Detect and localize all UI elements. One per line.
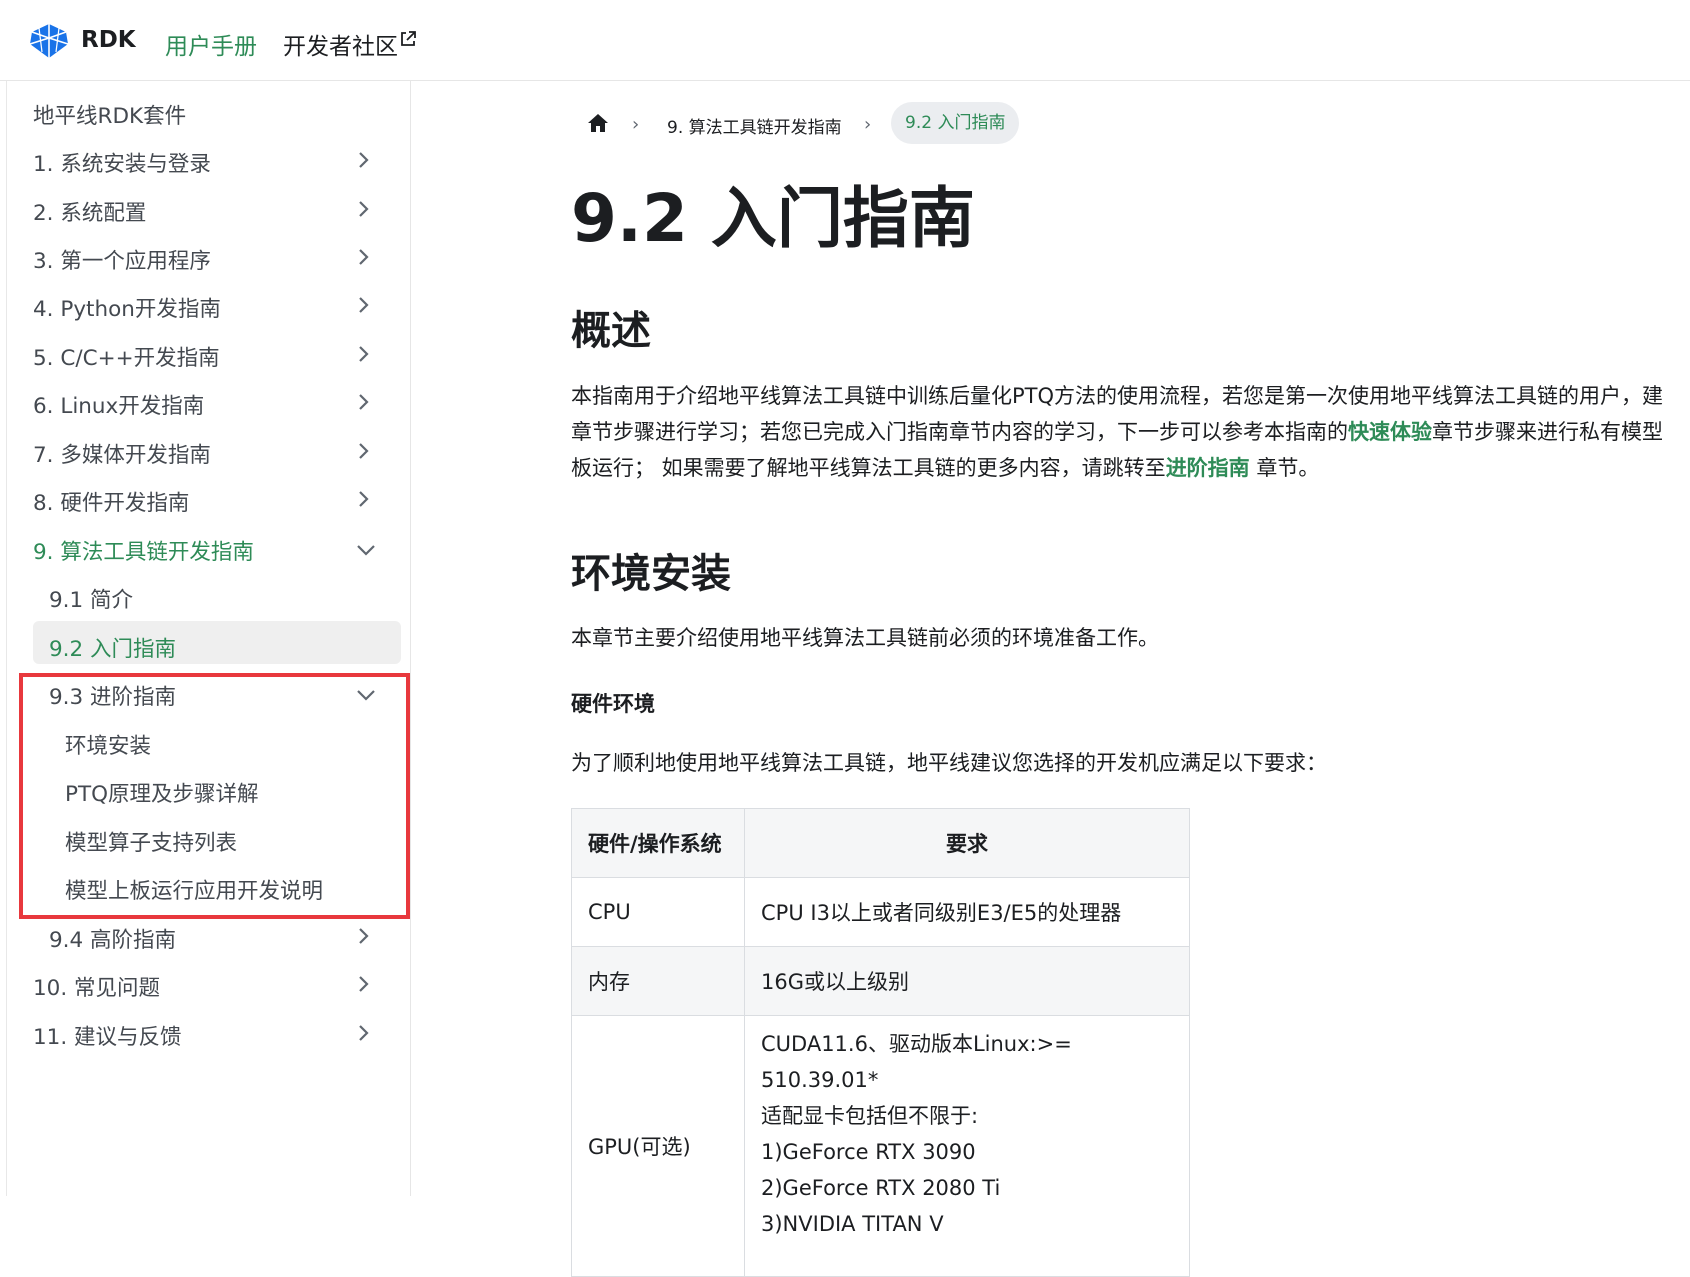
page-title: 9.2 入门指南 bbox=[571, 180, 975, 257]
gpu-requirement-line: 3)NVIDIA TITAN V bbox=[761, 1212, 944, 1236]
gpu-requirement-line: 适配显卡包括但不限于: bbox=[761, 1104, 979, 1128]
sidebar-item-rdk-kit[interactable]: 地平线RDK套件 bbox=[33, 99, 186, 130]
table-header-row: 硬件/操作系统 要求 bbox=[571, 808, 1190, 878]
gpu-requirement-line: 1)GeForce RTX 3090 bbox=[761, 1140, 976, 1164]
nav-link-user-manual[interactable]: 用户手册 bbox=[165, 27, 257, 61]
breadcrumb-item-current: 9.2 入门指南 bbox=[891, 102, 1020, 144]
sidebar-item-python[interactable]: 4. Python开发指南 bbox=[33, 292, 221, 323]
home-icon[interactable] bbox=[587, 113, 609, 133]
external-link-icon bbox=[401, 31, 416, 46]
overview-line-1: 本指南用于介绍地平线算法工具链中训练后量化PTQ方法的使用流程，若您是第一次使用… bbox=[571, 378, 1663, 414]
overview-text: 章节步骤来进行私有模型 bbox=[1432, 420, 1663, 444]
chevron-right-icon[interactable] bbox=[354, 151, 372, 169]
table-cell: CUDA11.6、驱动版本Linux:>= 510.39.01* 适配显卡包括但… bbox=[744, 1015, 1190, 1277]
sidebar-item-system-install[interactable]: 1. 系统安装与登录 bbox=[33, 147, 211, 178]
sidebar-item-algorithm-toolchain[interactable]: 9. 算法工具链开发指南 bbox=[33, 535, 254, 566]
overview-heading: 概述 bbox=[571, 308, 651, 354]
sidebar-item-getting-started[interactable]: 9.2 入门指南 bbox=[49, 632, 176, 663]
table-row: GPU(可选) CUDA11.6、驱动版本Linux:>= 510.39.01*… bbox=[571, 1015, 1190, 1277]
table-row: 内存 16G或以上级别 bbox=[571, 946, 1190, 1016]
table-cell: CPU I3以上或者同级别E3/E5的处理器 bbox=[744, 877, 1190, 947]
sidebar-item-faq[interactable]: 10. 常见问题 bbox=[33, 971, 160, 1002]
hardware-intro: 为了顺利地使用地平线算法工具链，地平线建议您选择的开发机应满足以下要求： bbox=[571, 751, 1327, 775]
table-row: CPU CPU I3以上或者同级别E3/E5的处理器 bbox=[571, 877, 1190, 947]
chevron-right-icon[interactable] bbox=[354, 345, 372, 363]
overview-text: 板运行； 如果需要了解地平线算法工具链的更多内容，请跳转至 bbox=[571, 456, 1166, 480]
chevron-right-icon[interactable] bbox=[354, 248, 372, 266]
quick-start-link[interactable]: 快速体验 bbox=[1348, 420, 1432, 444]
overview-text: 本指南用于介绍地平线算法工具链中训练后量化PTQ方法的使用流程，若您是第一次使用… bbox=[571, 384, 1664, 408]
sidebar-item-system-config[interactable]: 2. 系统配置 bbox=[33, 196, 146, 227]
chevron-right-icon[interactable] bbox=[354, 1024, 372, 1042]
sidebar-item-linux[interactable]: 6. Linux开发指南 bbox=[33, 389, 204, 420]
nav-link-dev-community[interactable]: 开发者社区 bbox=[283, 27, 398, 61]
table-cell: GPU(可选) bbox=[571, 1015, 745, 1277]
chevron-right-icon[interactable] bbox=[354, 490, 372, 508]
chevron-right-icon[interactable] bbox=[354, 927, 372, 945]
top-navbar: RDK 用户手册 开发者社区 bbox=[0, 0, 1690, 81]
overview-text: 章节步骤进行学习；若您已完成入门指南章节内容的学习，下一步可以参考本指南的 bbox=[571, 420, 1348, 444]
env-heading: 环境安装 bbox=[571, 551, 731, 597]
chevron-right-icon[interactable] bbox=[354, 975, 372, 993]
sidebar-item-hardware[interactable]: 8. 硬件开发指南 bbox=[33, 486, 189, 517]
rdk-logo-icon[interactable] bbox=[28, 22, 70, 60]
sidebar-item-feedback[interactable]: 11. 建议与反馈 bbox=[33, 1020, 182, 1051]
env-intro: 本章节主要介绍使用地平线算法工具链前必须的环境准备工作。 bbox=[571, 626, 1159, 650]
sidebar-item-cpp[interactable]: 5. C/C++开发指南 bbox=[33, 341, 220, 372]
logo-text[interactable]: RDK bbox=[81, 27, 136, 53]
chevron-right-icon[interactable] bbox=[354, 200, 372, 218]
gpu-requirement-line: 2)GeForce RTX 2080 Ti bbox=[761, 1176, 1001, 1200]
chevron-right-icon[interactable] bbox=[354, 393, 372, 411]
chevron-down-icon[interactable] bbox=[357, 541, 375, 559]
sidebar-item-intro[interactable]: 9.1 简介 bbox=[49, 583, 133, 614]
breadcrumb-separator-icon: › bbox=[864, 114, 872, 135]
sidebar-item-expert-guide[interactable]: 9.4 高阶指南 bbox=[49, 923, 176, 954]
overview-line-3: 板运行； 如果需要了解地平线算法工具链的更多内容，请跳转至进阶指南 章节。 bbox=[571, 450, 1319, 486]
gpu-requirement-line: CUDA11.6、驱动版本Linux:>= 510.39.01* bbox=[761, 1032, 1072, 1092]
table-cell: 16G或以上级别 bbox=[744, 946, 1190, 1016]
table-cell: CPU bbox=[571, 877, 745, 947]
advanced-guide-link[interactable]: 进阶指南 bbox=[1166, 456, 1250, 480]
hardware-requirements-table: 硬件/操作系统 要求 CPU CPU I3以上或者同级别E3/E5的处理器 内存… bbox=[571, 808, 1190, 1277]
table-header-cell: 要求 bbox=[744, 808, 1190, 878]
table-cell: 内存 bbox=[571, 946, 745, 1016]
sidebar-item-first-app[interactable]: 3. 第一个应用程序 bbox=[33, 244, 211, 275]
breadcrumb-item-toolchain[interactable]: 9. 算法工具链开发指南 bbox=[667, 113, 842, 138]
sidebar-item-multimedia[interactable]: 7. 多媒体开发指南 bbox=[33, 438, 211, 469]
breadcrumb-separator-icon: › bbox=[632, 114, 640, 135]
overview-text: 章节。 bbox=[1249, 456, 1320, 480]
chevron-right-icon[interactable] bbox=[354, 296, 372, 314]
table-header-cell: 硬件/操作系统 bbox=[571, 808, 745, 878]
overview-line-2: 章节步骤进行学习；若您已完成入门指南章节内容的学习，下一步可以参考本指南的快速体… bbox=[571, 414, 1663, 450]
chevron-right-icon[interactable] bbox=[354, 442, 372, 460]
hardware-heading: 硬件环境 bbox=[571, 692, 655, 716]
annotation-highlight-box bbox=[19, 673, 410, 919]
